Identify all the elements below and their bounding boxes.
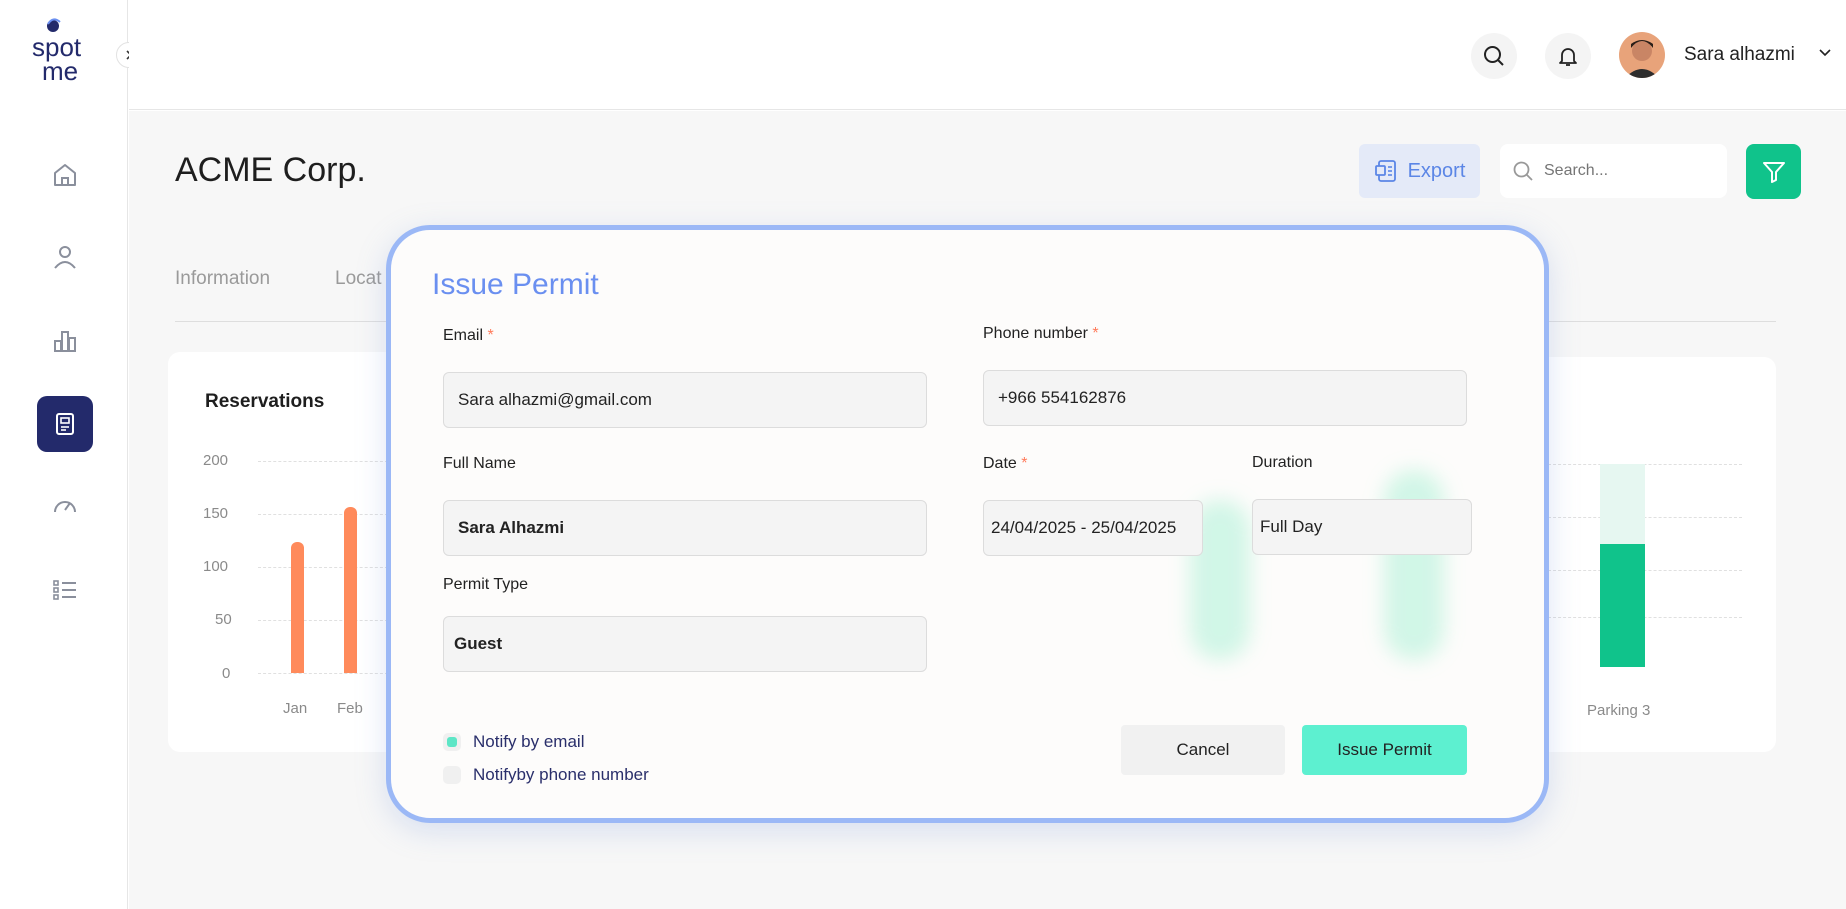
search-input[interactable] xyxy=(1544,162,1704,180)
gauge-icon xyxy=(54,501,76,513)
app-logo[interactable]: spot me xyxy=(30,18,100,86)
notify-email-label: Notify by email xyxy=(473,732,585,751)
user-menu-toggle[interactable] xyxy=(1818,46,1832,65)
notify-email-checkbox[interactable] xyxy=(443,733,461,751)
search-icon xyxy=(1484,46,1504,66)
notify-email-option[interactable]: Notify by email xyxy=(443,732,584,752)
gridline xyxy=(258,514,388,515)
y-tick-100: 100 xyxy=(203,558,229,575)
sidebar: spot me xyxy=(0,0,142,909)
user-name[interactable]: Sara alhazmi xyxy=(1684,44,1795,66)
fullname-field[interactable]: Sara Alhazmi xyxy=(443,500,927,556)
logo-mark-icon: spot me xyxy=(32,18,82,86)
fullname-label: Full Name xyxy=(443,455,516,472)
reservations-title: Reservations xyxy=(205,391,325,412)
export-button[interactable]: Export xyxy=(1359,144,1480,198)
notifications-button[interactable] xyxy=(1545,33,1591,79)
y-tick-150: 150 xyxy=(203,505,229,522)
sidebar-item-list[interactable] xyxy=(37,562,93,618)
sidebar-item-permits[interactable] xyxy=(37,396,93,452)
user-icon xyxy=(54,246,76,269)
parking-3-bar-value xyxy=(1600,544,1645,667)
gridline xyxy=(1548,617,1742,618)
phone-field[interactable]: +966 554162876 xyxy=(983,370,1467,426)
y-tick-200: 200 xyxy=(203,452,229,469)
logo-text-bottom: me xyxy=(42,56,78,82)
email-field[interactable]: Sara alhazmi@gmail.com xyxy=(443,372,927,428)
y-tick-0: 0 xyxy=(222,665,231,682)
tab-location[interactable]: Locat xyxy=(335,268,381,290)
notify-phone-label: Notifyby phone number xyxy=(473,765,649,784)
email-label: Email * xyxy=(443,327,494,344)
duration-field[interactable]: Full Day xyxy=(1252,499,1472,555)
modal-title: Issue Permit xyxy=(432,268,599,301)
filter-button[interactable] xyxy=(1746,144,1801,199)
page-title: ACME Corp. xyxy=(175,151,366,189)
gridline xyxy=(1548,464,1742,465)
search-button[interactable] xyxy=(1471,33,1517,79)
notify-phone-checkbox[interactable] xyxy=(443,766,461,784)
bar-jan xyxy=(291,541,304,673)
required-mark: * xyxy=(1092,325,1099,342)
x-tick-parking-3: Parking 3 xyxy=(1587,702,1651,719)
gridline xyxy=(258,673,388,674)
required-mark: * xyxy=(487,327,494,344)
search-icon xyxy=(1513,161,1533,181)
date-label: Date * xyxy=(983,455,1028,472)
date-field[interactable]: 24/04/2025 - 25/04/2025 xyxy=(983,500,1203,556)
bar-feb xyxy=(344,506,357,673)
bar-chart-icon xyxy=(54,331,76,352)
sidebar-item-profile[interactable] xyxy=(37,229,93,285)
export-file-icon xyxy=(1374,160,1396,182)
required-mark: * xyxy=(1021,455,1028,472)
gridline xyxy=(1548,517,1742,518)
sidebar-item-home[interactable] xyxy=(37,147,93,203)
x-tick-feb: Feb xyxy=(337,700,363,717)
export-label: Export xyxy=(1407,159,1466,182)
chevron-down-icon xyxy=(1819,49,1831,57)
list-icon xyxy=(53,580,76,600)
document-icon xyxy=(56,413,74,435)
home-icon xyxy=(54,164,76,186)
bell-icon xyxy=(1559,48,1577,66)
gridline xyxy=(1548,570,1742,571)
permit-type-field[interactable]: Guest xyxy=(443,616,927,672)
avatar[interactable] xyxy=(1619,32,1665,78)
sidebar-item-analytics[interactable] xyxy=(37,313,93,369)
avatar-image-icon xyxy=(1619,32,1665,78)
gridline xyxy=(258,620,388,621)
issue-permit-button[interactable]: Issue Permit xyxy=(1302,725,1467,775)
gridline xyxy=(258,567,388,568)
cancel-button[interactable]: Cancel xyxy=(1121,725,1285,775)
filter-icon xyxy=(1762,161,1785,183)
search-box[interactable] xyxy=(1500,144,1727,198)
gridline xyxy=(258,461,388,462)
x-tick-jan: Jan xyxy=(283,700,308,717)
duration-label: Duration xyxy=(1252,454,1313,471)
y-tick-50: 50 xyxy=(215,611,232,628)
permit-type-label: Permit Type xyxy=(443,576,529,593)
tab-information[interactable]: Information xyxy=(175,268,270,290)
phone-label: Phone number * xyxy=(983,325,1099,342)
sidebar-item-dashboard[interactable] xyxy=(37,478,93,534)
notify-phone-option[interactable]: Notifyby phone number xyxy=(443,765,649,785)
